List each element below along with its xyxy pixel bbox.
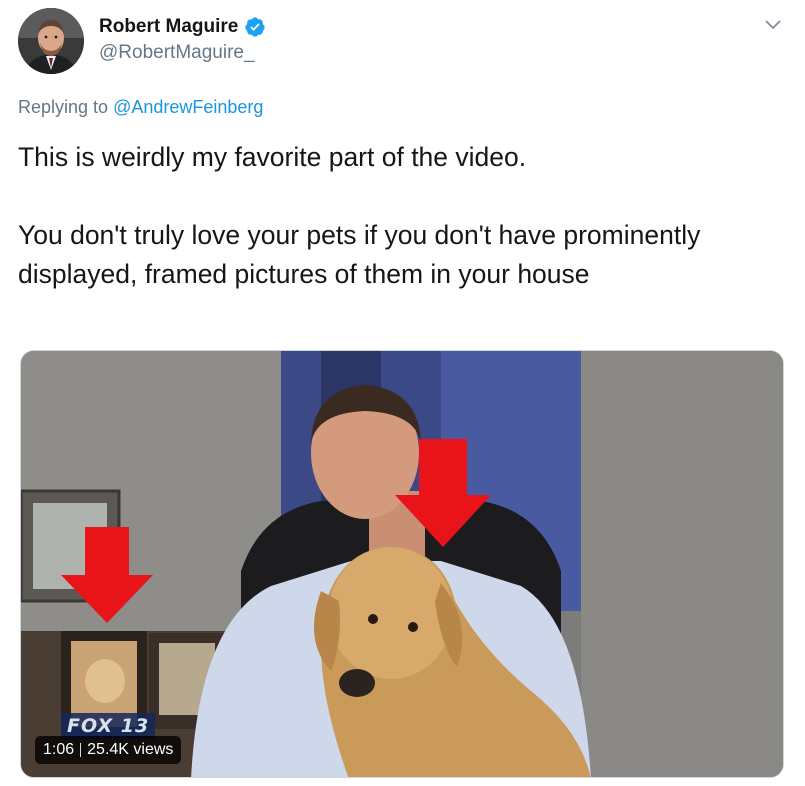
- badge-divider: [80, 743, 82, 757]
- video-info-badge: 1:06 25.4K views: [35, 736, 182, 764]
- replying-to-label: Replying to: [18, 97, 109, 117]
- video-duration: 1:06: [43, 741, 75, 758]
- tweet-text: This is weirdly my favorite part of the …: [18, 138, 793, 294]
- tweet-card: Robert Maguire @RobertMaguire_ Replying …: [0, 0, 805, 786]
- view-count: 25.4K views: [87, 741, 174, 758]
- reply-target-link[interactable]: @AndrewFeinberg: [113, 97, 263, 117]
- display-name[interactable]: Robert Maguire: [99, 16, 238, 38]
- video-player[interactable]: FOX 13 1:06 25.4K views: [20, 350, 784, 778]
- avatar[interactable]: [18, 8, 84, 74]
- tweet-paragraph-1: This is weirdly my favorite part of the …: [18, 142, 527, 172]
- tweet-paragraph-2: You don't truly love your pets if you do…: [18, 220, 701, 289]
- tweet-menu-button[interactable]: [760, 12, 786, 38]
- replying-to: Replying to @AndrewFeinberg: [18, 97, 263, 118]
- display-name-row: Robert Maguire: [99, 15, 266, 39]
- avatar-photo: [18, 8, 84, 74]
- verified-badge-icon: [244, 16, 266, 38]
- author-block: Robert Maguire @RobertMaguire_: [99, 15, 266, 64]
- handle[interactable]: @RobertMaguire_: [99, 42, 266, 64]
- chevron-down-icon: [765, 20, 781, 29]
